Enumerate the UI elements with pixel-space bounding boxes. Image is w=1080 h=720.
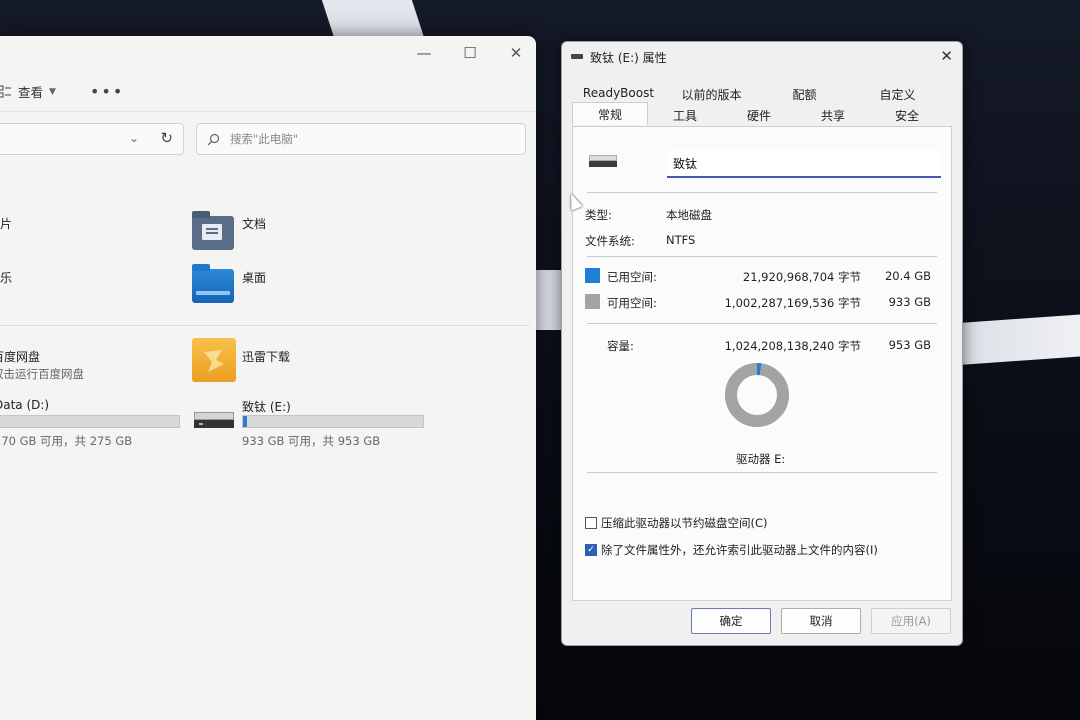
tab-row-bottom: 常规 工具 硬件 共享 安全 (572, 102, 944, 125)
used-space-label: 已用空间: (607, 270, 657, 284)
desktop-folder-icon (192, 264, 234, 303)
dialog-title: 致钛 (E:) 属性 (590, 50, 667, 65)
maximize-icon[interactable]: ☐ (462, 44, 478, 62)
more-options-button[interactable]: ••• (90, 82, 124, 101)
index-label: 除了文件属性外，还允许索引此驱动器上文件的内容(I) (601, 543, 878, 557)
tab-row-top: ReadyBoost 以前的版本 配额 自定义 (572, 83, 944, 104)
free-space-label: 可用空间: (607, 296, 657, 310)
divider (587, 192, 937, 193)
search-input[interactable] (230, 132, 490, 146)
xunlei-folder-icon (192, 338, 236, 382)
apply-button[interactable]: 应用(A) (871, 608, 951, 634)
filesystem-value: NTFS (666, 233, 696, 247)
explorer-toolbar: 查看 ▼ ••• (0, 72, 536, 112)
drive-name-input[interactable] (667, 150, 941, 178)
compress-drive-option[interactable]: 压缩此驱动器以节约磁盘空间(C) (585, 515, 768, 531)
app-sublabel: 双击运行百度网盘 (0, 367, 84, 381)
folder-label: 音乐 (0, 271, 13, 285)
capacity-label: 容量: (607, 339, 634, 353)
tab-sharing[interactable]: 共享 (796, 104, 870, 125)
checkbox-compress[interactable] (585, 517, 597, 529)
free-space-bytes: 1,002,287,169,536 字节 (724, 296, 861, 310)
window-controls: — ☐ ✕ (416, 44, 524, 62)
cancel-button[interactable]: 取消 (781, 608, 861, 634)
tab-quota[interactable]: 配额 (758, 83, 851, 104)
hard-drive-icon (194, 412, 234, 428)
tab-customize[interactable]: 自定义 (851, 83, 944, 104)
capacity-gb: 953 GB (888, 338, 931, 352)
close-icon[interactable]: ✕ (508, 44, 524, 62)
capacity-bytes: 1,024,208,138,240 字节 (724, 339, 861, 353)
search-icon (207, 133, 220, 145)
drive-usage-bar (242, 415, 424, 428)
view-menu-button[interactable]: 查看 ▼ (0, 82, 56, 101)
drive-label: Data (D:) (0, 398, 50, 412)
divider (587, 472, 937, 473)
drive-usage-fill (243, 416, 247, 427)
used-space-bytes: 21,920,968,704 字节 (742, 270, 861, 284)
disk-usage-donut (725, 363, 789, 427)
search-box[interactable] (196, 123, 526, 155)
index-content-option[interactable]: ✓ 除了文件属性外，还允许索引此驱动器上文件的内容(I) (585, 542, 878, 558)
used-space-gb: 20.4 GB (884, 269, 931, 283)
used-space-swatch (585, 268, 600, 283)
donut-free-ring (725, 363, 789, 427)
address-bar[interactable]: ⌄ ↻ (0, 123, 184, 155)
tab-hardware[interactable]: 硬件 (722, 104, 796, 125)
free-space-gb: 933 GB (888, 295, 931, 309)
refresh-icon[interactable]: ↻ (160, 129, 173, 147)
divider (587, 256, 937, 257)
drive-icon (571, 54, 583, 59)
explorer-address-row: ⌄ ↻ (0, 112, 536, 168)
explorer-titlebar: — ☐ ✕ (0, 36, 536, 72)
dialog-titlebar: 致钛 (E:) 属性 ✕ (562, 42, 962, 72)
type-value: 本地磁盘 (666, 208, 712, 222)
filesystem-label: 文件系统: (585, 234, 635, 248)
drive-label: 致钛 (E:) (242, 400, 291, 414)
folder-label: 迅雷下载 (242, 350, 291, 364)
chevron-down-icon[interactable]: ⌄ (129, 131, 139, 145)
free-space-swatch (585, 294, 600, 309)
compress-label: 压缩此驱动器以节约磁盘空间(C) (601, 516, 768, 530)
tab-readyboost[interactable]: ReadyBoost (572, 83, 665, 104)
drive-free-text: 270 GB 可用，共 275 GB (0, 434, 133, 448)
general-tab-panel: 类型: 本地磁盘 文件系统: NTFS 已用空间: 21,920,968,704… (572, 126, 952, 601)
divider (587, 323, 937, 324)
folder-label: 图片 (0, 217, 13, 231)
tab-general[interactable]: 常规 (572, 102, 648, 125)
close-icon[interactable]: ✕ (940, 47, 953, 65)
type-label: 类型: (585, 208, 612, 222)
checkbox-index[interactable]: ✓ (585, 544, 597, 556)
drive-free-text: 933 GB 可用，共 953 GB (242, 434, 381, 448)
tab-tools[interactable]: 工具 (648, 104, 722, 125)
section-divider (0, 325, 530, 326)
view-label: 查看 (18, 85, 44, 100)
folder-label: 文档 (242, 217, 267, 231)
wallpaper-light-beam (950, 312, 1080, 366)
view-grid-icon (0, 85, 11, 97)
tab-previous-versions[interactable]: 以前的版本 (665, 83, 758, 104)
ok-button[interactable]: 确定 (691, 608, 771, 634)
tab-security[interactable]: 安全 (870, 104, 944, 125)
drive-letter-label: 驱动器 E: (736, 452, 786, 466)
folder-label: 桌面 (242, 271, 267, 285)
documents-folder-icon (192, 211, 234, 250)
chevron-down-icon: ▼ (49, 86, 56, 97)
app-label: 百度网盘 (0, 350, 41, 364)
minimize-icon[interactable]: — (416, 44, 432, 62)
drive-properties-dialog: 致钛 (E:) 属性 ✕ ReadyBoost 以前的版本 配额 自定义 常规 … (561, 41, 963, 646)
drive-usage-bar (0, 415, 180, 428)
file-explorer-window: — ☐ ✕ 查看 ▼ ••• ⌄ ↻ 搜索"此电脑" 片 文档 乐 桌面 度网盘… (0, 36, 536, 720)
drive-icon (589, 155, 617, 167)
